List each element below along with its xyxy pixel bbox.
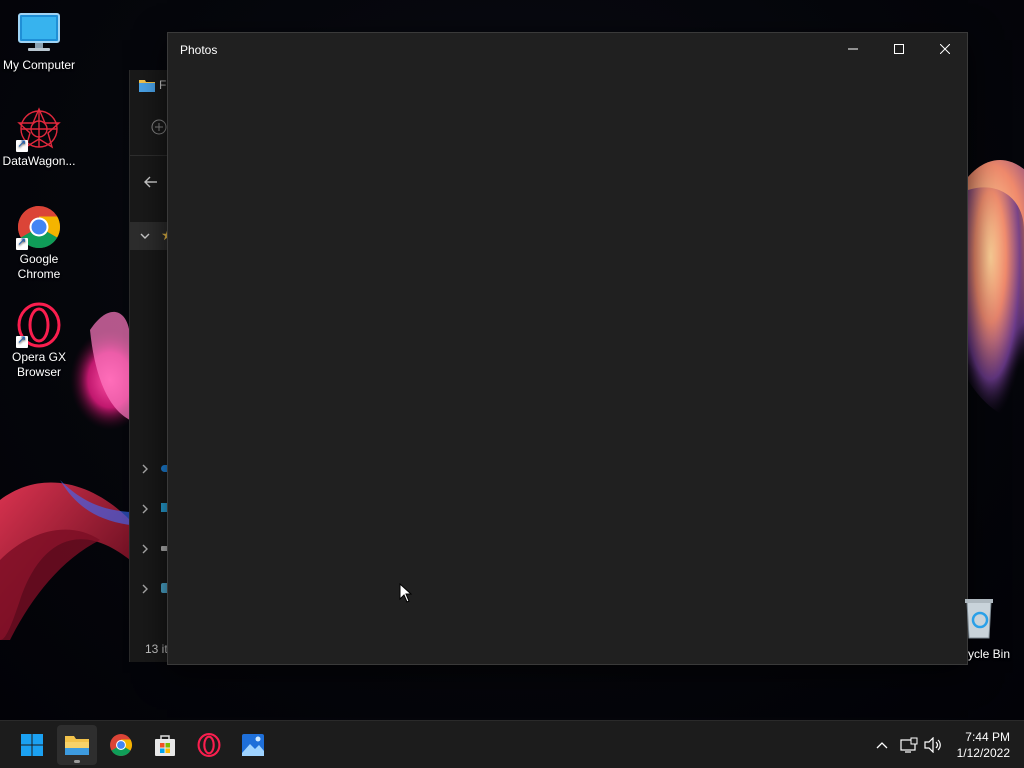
start-button[interactable] — [12, 725, 52, 765]
chevron-right-icon — [142, 584, 148, 594]
desktop-icon-google-chrome[interactable]: Google Chrome — [0, 204, 78, 282]
status-bar-text: 13 it — [145, 642, 168, 656]
photos-window[interactable]: Photos — [167, 32, 968, 665]
taskbar-opera-gx[interactable] — [189, 725, 229, 765]
desktop-icon-label: DataWagon... — [2, 154, 76, 168]
show-hidden-icons-button[interactable] — [872, 735, 892, 755]
datawagon-icon — [16, 106, 62, 152]
desktop-icon-datawagon[interactable]: DataWagon... — [0, 106, 78, 169]
desktop-icon-label: ycle Bin — [968, 647, 1011, 661]
nav-row-this-pc[interactable] — [130, 495, 170, 523]
opera-gx-icon — [16, 302, 62, 348]
window-title: Photos — [180, 43, 218, 57]
monitor-icon — [16, 10, 62, 56]
desktop-icon-opera-gx[interactable]: Opera GX Browser — [0, 302, 78, 380]
desktop-icon-label: My Computer — [2, 58, 76, 72]
nav-row-drive[interactable] — [130, 535, 170, 563]
photos-content-area[interactable] — [168, 66, 967, 664]
chevron-right-icon — [142, 504, 148, 514]
recycle-bin-icon — [965, 599, 993, 639]
desktop-icon-label: Google Chrome — [17, 252, 61, 281]
taskbar-chrome[interactable] — [101, 725, 141, 765]
chrome-icon — [16, 204, 62, 250]
chevron-right-icon — [142, 544, 148, 554]
store-icon — [155, 735, 175, 756]
divider — [130, 155, 170, 156]
photos-icon — [242, 734, 264, 756]
close-icon — [940, 44, 950, 54]
mouse-cursor-icon — [399, 583, 413, 603]
windows-start-icon — [21, 734, 43, 756]
clock[interactable]: 7:44 PM 1/12/2022 — [957, 729, 1010, 761]
nav-row-onedrive[interactable] — [130, 455, 170, 483]
network-icon — [900, 737, 918, 753]
maximize-button[interactable] — [876, 33, 922, 65]
taskbar: 7:44 PM 1/12/2022 — [0, 720, 1024, 768]
new-item-icon[interactable] — [151, 119, 167, 135]
back-arrow-icon[interactable] — [144, 175, 158, 189]
taskbar-microsoft-store[interactable] — [145, 725, 185, 765]
desktop-icon-label: Opera GX Browser — [11, 350, 67, 379]
volume-icon — [924, 737, 941, 753]
chevron-up-icon — [876, 742, 888, 749]
taskbar-photos[interactable] — [233, 725, 273, 765]
desktop-icon-my-computer[interactable]: My Computer — [0, 10, 78, 73]
maximize-icon — [894, 44, 904, 54]
folder-icon — [139, 80, 155, 92]
shortcut-arrow-icon — [16, 137, 28, 152]
shortcut-arrow-icon — [16, 333, 28, 348]
clock-time: 7:44 PM — [965, 730, 1010, 744]
network-button[interactable] — [899, 735, 919, 755]
file-explorer-window[interactable]: Fi ★ 13 it — [129, 70, 170, 662]
chevron-down-icon — [140, 233, 150, 239]
clock-date: 1/12/2022 — [956, 746, 1010, 760]
minimize-icon — [848, 48, 858, 50]
taskbar-file-explorer[interactable] — [57, 725, 97, 765]
shortcut-arrow-icon — [16, 235, 28, 250]
desktop-icon-recycle-bin[interactable]: ycle Bin — [958, 598, 1024, 661]
active-indicator — [74, 760, 80, 763]
close-button[interactable] — [922, 33, 968, 65]
quick-access-row[interactable]: ★ — [130, 222, 170, 250]
volume-button[interactable] — [923, 735, 943, 755]
title-bar[interactable]: Photos — [168, 33, 967, 66]
folder-icon — [65, 736, 89, 755]
nav-row-network[interactable] — [130, 575, 170, 603]
minimize-button[interactable] — [830, 33, 876, 65]
chevron-right-icon — [142, 464, 148, 474]
chrome-icon — [110, 734, 132, 756]
opera-gx-icon — [197, 733, 221, 757]
